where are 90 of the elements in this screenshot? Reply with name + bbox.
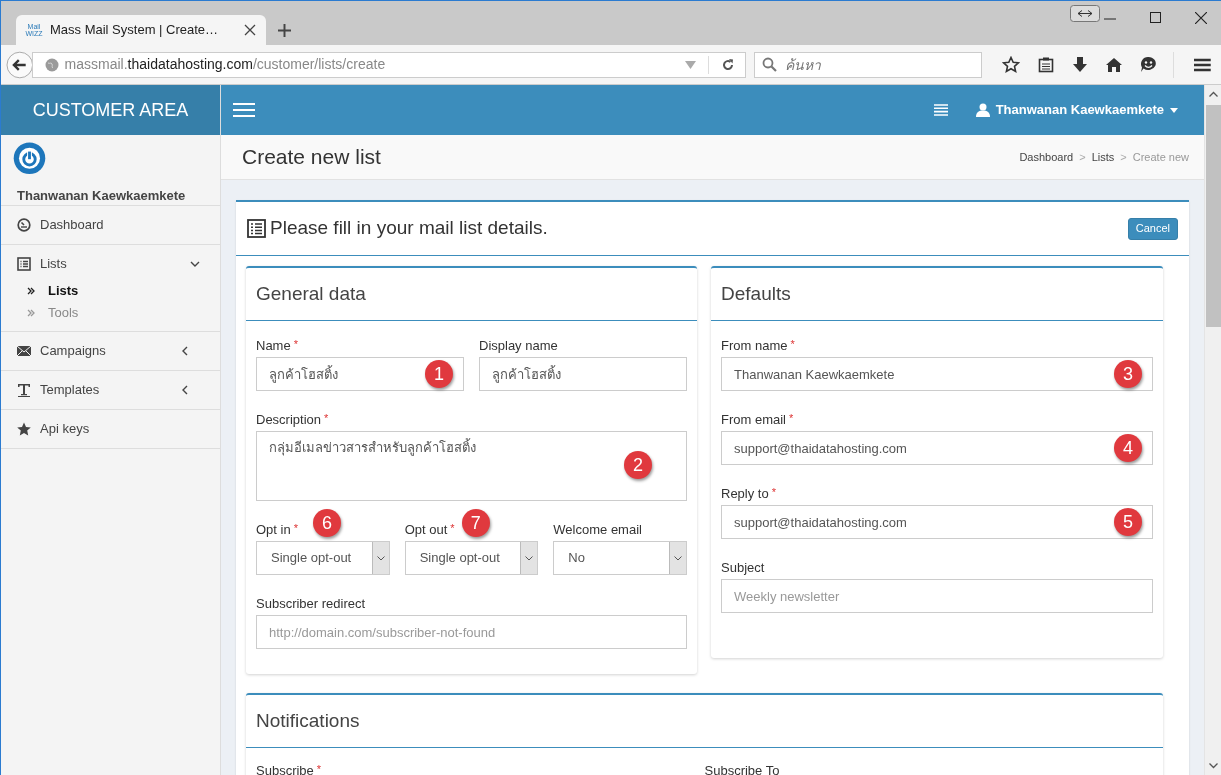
cancel-button[interactable]: Cancel (1127, 217, 1178, 240)
select-field[interactable]: Single opt-out (256, 541, 390, 575)
field-label: Opt out (404, 522, 448, 538)
caret-icon (1170, 107, 1178, 113)
sidebar-item[interactable]: Lists (1, 245, 220, 283)
field-label: Opt in (256, 522, 291, 538)
chevron-left-icon (182, 385, 188, 395)
power-logo-icon (13, 142, 46, 175)
chevron-down-icon (190, 260, 200, 268)
list-icon (17, 257, 31, 271)
required-mark: * (790, 337, 795, 352)
globe-icon (44, 57, 59, 72)
breadcrumb-current: Create new (1132, 149, 1189, 165)
star-icon[interactable] (1002, 55, 1021, 74)
field-label: Subscribe To (704, 763, 780, 775)
text-field[interactable]: http://domain.com/subscriber-not-found (256, 615, 687, 649)
text-field[interactable]: ลูกค้าโฮสติ้ง (479, 357, 687, 391)
search-icon (761, 56, 777, 72)
text-field[interactable]: Weekly newsletter (721, 579, 1153, 613)
envelope-icon (17, 344, 31, 358)
gauge-icon (17, 218, 31, 232)
close-icon[interactable] (1195, 12, 1207, 24)
required-mark: * (789, 411, 794, 426)
select-field[interactable]: Single opt-out (404, 541, 539, 575)
required-mark: * (450, 521, 455, 536)
required-mark: * (316, 762, 322, 775)
close-icon[interactable] (244, 24, 256, 36)
field-label: Subscribe (256, 763, 314, 775)
required-mark: * (293, 521, 298, 536)
plus-icon[interactable] (278, 24, 291, 37)
required-mark: * (324, 411, 329, 426)
user-icon (975, 103, 990, 117)
panel-heading: Please fill in your mail list details. (270, 216, 548, 241)
search-field[interactable]: ค้นหา (753, 51, 983, 78)
page-title: Create new list (242, 144, 381, 171)
field-label: Reply to (721, 486, 769, 502)
scrollbar-thumb[interactable] (1205, 105, 1221, 327)
breadcrumb-link[interactable]: Lists (1091, 148, 1115, 166)
url-text[interactable]: massmail.thaidatahosting.com/customer/lists/create (64, 54, 679, 75)
chevron-down-icon (376, 555, 385, 561)
section-title: Defaults (721, 281, 791, 306)
number-marker: 6 (313, 509, 341, 537)
refresh-icon[interactable] (720, 57, 735, 72)
maximize-icon[interactable] (1150, 12, 1161, 23)
required-mark: * (293, 337, 298, 352)
scroll-up-icon[interactable] (1209, 91, 1218, 97)
field-label: From name (721, 338, 788, 354)
field-label: Description (256, 412, 322, 428)
user-name: Thanwanan Kaewkaemkete (17, 186, 187, 205)
field-label: From email (721, 412, 786, 428)
breadcrumb-separator: > (1120, 149, 1127, 165)
brand-title: CUSTOMER AREA (32, 98, 189, 122)
chevron-down-icon (525, 555, 534, 561)
scrollbar[interactable] (1204, 85, 1221, 775)
sidebar-item[interactable]: Api keys (1, 410, 220, 448)
section-title: Notifications (256, 708, 360, 733)
sidebar-item[interactable]: Dashboard (1, 206, 220, 244)
back-icon[interactable] (6, 50, 34, 79)
list-icon (247, 219, 266, 238)
clipboard-icon[interactable] (1038, 56, 1055, 73)
star-icon (17, 422, 31, 436)
select-field[interactable]: No (553, 541, 687, 575)
chevron-down-icon (674, 555, 682, 561)
submenu-item[interactable]: Lists (1, 280, 220, 302)
field-label: Subject (721, 560, 765, 576)
hamburger-menu-icon[interactable] (233, 102, 255, 118)
required-mark: * (771, 485, 776, 500)
double-chevron-icon (27, 287, 35, 295)
sidebar-item[interactable]: Campaigns (1, 332, 220, 370)
resize-icon[interactable] (1070, 5, 1100, 22)
field-label: Welcome email (553, 522, 642, 538)
field-label: Subscriber redirect (256, 596, 366, 612)
download-icon[interactable] (1072, 56, 1089, 73)
breadcrumb-link[interactable]: Dashboard (1019, 148, 1074, 166)
scroll-down-icon[interactable] (1209, 763, 1218, 769)
user-menu[interactable]: Thanwanan Kaewkaemkete (975, 100, 1178, 120)
home-icon[interactable] (1106, 56, 1123, 73)
number-marker: 7 (461, 509, 490, 537)
smiley-icon[interactable] (1140, 56, 1158, 73)
list-icon[interactable] (933, 104, 948, 116)
sidebar-item[interactable]: Templates (1, 371, 220, 409)
breadcrumb-separator: > (1079, 149, 1086, 165)
address-bar[interactable]: massmail.thaidatahosting.com/customer/lists/create (31, 51, 746, 78)
menu-icon[interactable] (1194, 57, 1211, 72)
section-title: General data (256, 281, 366, 306)
text-icon (17, 383, 31, 397)
field-label: Name (256, 338, 291, 354)
field-label: Display name (479, 338, 558, 354)
double-chevron-icon (27, 309, 35, 317)
chevron-left-icon (182, 346, 188, 356)
